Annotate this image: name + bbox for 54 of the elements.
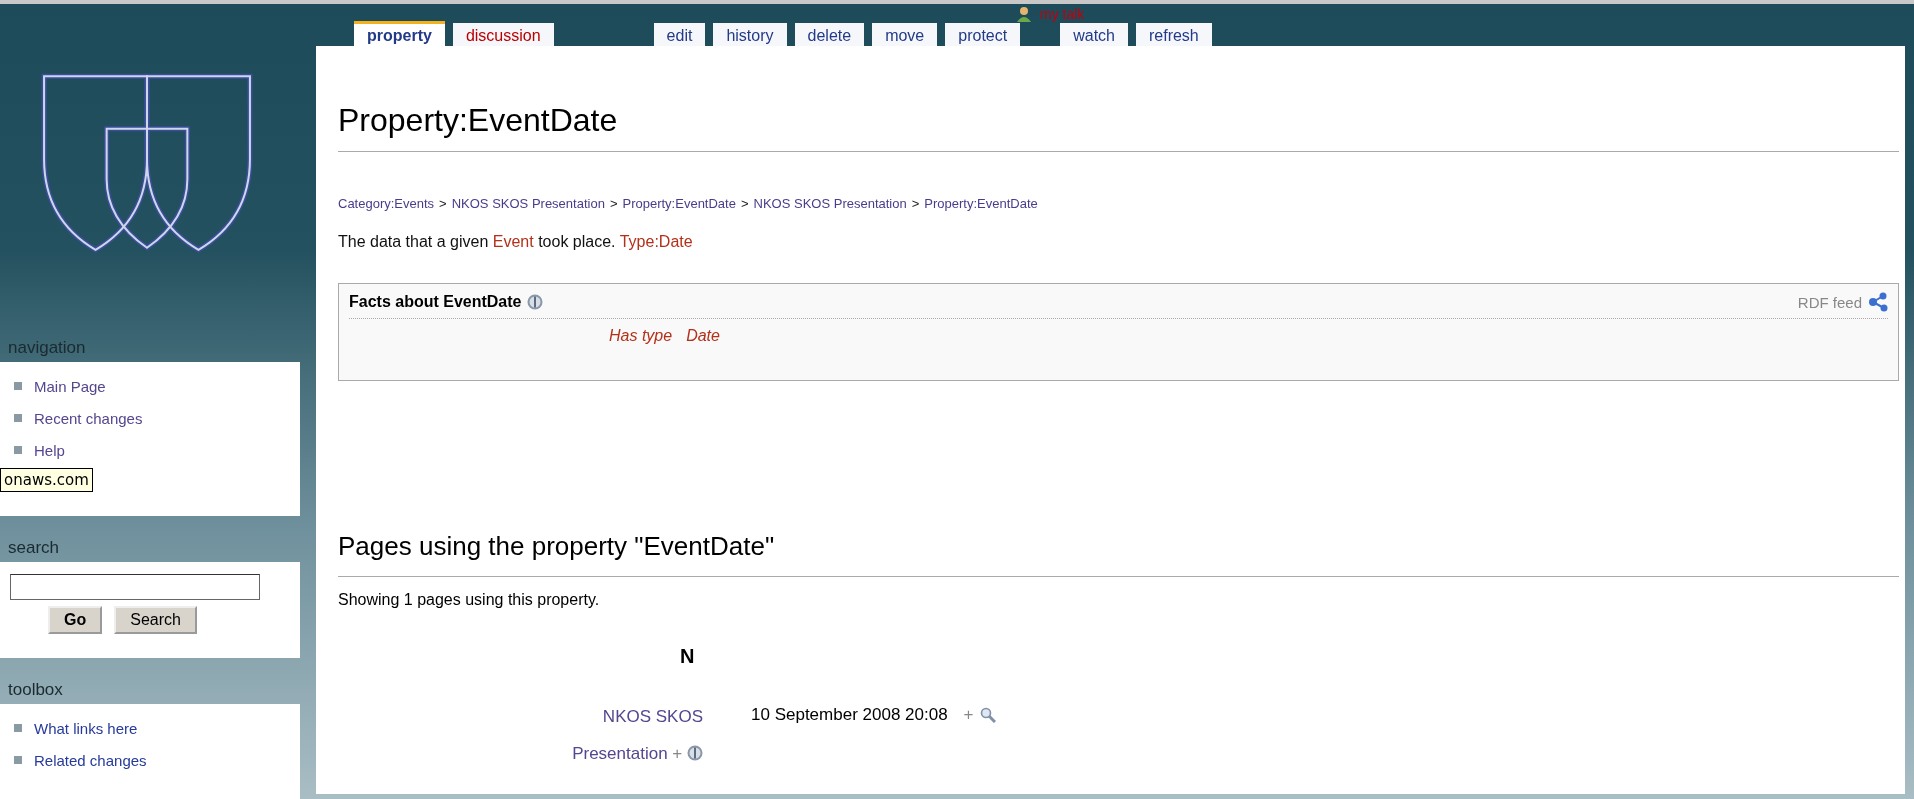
bullet-icon	[14, 414, 22, 422]
tab[interactable]: discussion	[452, 23, 554, 46]
breadcrumb-link[interactable]: NKOS SKOS Presentation	[753, 196, 907, 211]
text-link[interactable]: Type:Date	[619, 233, 693, 250]
breadcrumb-link[interactable]: Category:Events	[338, 196, 435, 211]
bullet-icon	[14, 756, 22, 764]
fact-property[interactable]: Has type	[609, 327, 673, 345]
sidebar-link[interactable]: Related changes	[34, 751, 147, 769]
sidebar-link[interactable]: Recent changes	[34, 409, 143, 427]
breadcrumb-separator: >	[740, 196, 749, 211]
fact-value[interactable]: Date	[686, 327, 720, 345]
breadcrumb-link[interactable]: Property:EventDate	[622, 196, 736, 211]
search-link[interactable]: +	[963, 698, 974, 732]
tab[interactable]: protect	[945, 23, 1021, 46]
letter-heading: N	[680, 645, 696, 668]
user-icon	[1016, 5, 1032, 22]
page-title: Property:EventDate	[338, 102, 1899, 152]
facts-title: Facts about EventDate	[349, 293, 522, 311]
breadcrumb-link[interactable]: Property:EventDate	[924, 196, 1038, 211]
tooltip: onaws.com	[0, 468, 93, 492]
portlet-title: navigation	[7, 338, 87, 359]
tab[interactable]: history	[713, 23, 787, 46]
portlet-title: toolbox	[7, 680, 64, 701]
breadcrumb-separator: >	[439, 196, 447, 211]
page-link[interactable]: NKOS SKOS	[602, 707, 703, 726]
tab[interactable]: watch	[1060, 23, 1128, 46]
info-icon	[687, 745, 703, 761]
tab[interactable]: property	[354, 21, 445, 46]
breadcrumb-separator: >	[609, 196, 618, 211]
search-icon	[979, 707, 996, 723]
sidebar-link[interactable]: Help	[34, 441, 65, 459]
bullet-icon	[14, 382, 22, 390]
search-field[interactable]	[10, 574, 260, 600]
info-icon	[527, 294, 544, 310]
search-button[interactable]: Go	[48, 606, 103, 634]
summary-text: Showing 1 pages using this property.	[338, 591, 601, 609]
date-value: 10 September 2008 20:08	[751, 704, 948, 726]
tab[interactable]: delete	[794, 23, 865, 46]
breadcrumb-separator: >	[911, 196, 920, 211]
sidebar-link[interactable]: What links here	[34, 719, 138, 737]
text-link[interactable]: Event	[492, 233, 534, 250]
tab[interactable]: edit	[653, 23, 706, 46]
section-heading: Pages using the property "EventDate"	[338, 531, 1899, 577]
portlet-title: search	[7, 538, 61, 559]
page-link[interactable]: Presentation	[572, 744, 668, 763]
bullet-icon	[14, 724, 22, 732]
tab[interactable]: refresh	[1135, 23, 1212, 46]
tab[interactable]: move	[872, 23, 938, 46]
sidebar-link[interactable]: Main Page	[34, 377, 106, 395]
search-button[interactable]: Search	[114, 606, 197, 634]
breadcrumb-link[interactable]: NKOS SKOS Presentation	[451, 196, 605, 211]
browse-link[interactable]: +	[672, 744, 683, 763]
description-text: The data that a given Event took place. Type:Date	[338, 233, 694, 251]
bullet-icon	[14, 446, 22, 454]
